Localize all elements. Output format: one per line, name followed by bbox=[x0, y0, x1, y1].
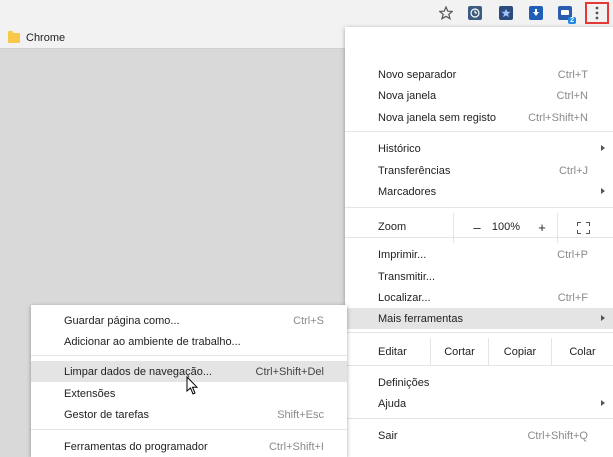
menu-item-label: Definições bbox=[378, 376, 430, 389]
menu-item-label: Transmitir... bbox=[378, 270, 436, 283]
menu-item-label: Histórico bbox=[378, 142, 421, 155]
zoom-row: Zoom – 100% + bbox=[345, 213, 613, 243]
menu-item-label: Extensões bbox=[64, 387, 116, 400]
menu-item-print[interactable]: Imprimir... Ctrl+P bbox=[345, 244, 613, 265]
extension-icon-4[interactable]: 2 bbox=[556, 4, 576, 24]
zoom-divider bbox=[557, 213, 558, 243]
submenu-item-task-manager[interactable]: Gestor de tarefas Shift+Esc bbox=[31, 404, 347, 425]
menu-separator bbox=[345, 332, 613, 333]
chrome-main-menu: Novo separador Ctrl+T Nova janela Ctrl+N… bbox=[345, 27, 613, 457]
menu-item-label: Nova janela sem registo bbox=[378, 111, 497, 124]
menu-separator bbox=[345, 418, 613, 419]
bookmark-folder-label: Chrome bbox=[26, 32, 66, 44]
zoom-level: 100% bbox=[491, 221, 521, 233]
folder-icon bbox=[8, 31, 20, 43]
extension-icon-2[interactable] bbox=[497, 4, 515, 22]
menu-separator bbox=[345, 365, 613, 366]
menu-item-label: Marcadores bbox=[378, 185, 437, 198]
bookmark-star-icon bbox=[499, 6, 513, 20]
mouse-cursor-icon bbox=[186, 376, 199, 395]
menu-item-more-tools[interactable]: Mais ferramentas bbox=[345, 308, 613, 329]
menu-item-label: Localizar... bbox=[378, 291, 431, 304]
menu-item-shortcut: Ctrl+F bbox=[557, 291, 588, 304]
menu-item-new-tab[interactable]: Novo separador Ctrl+T bbox=[345, 64, 613, 85]
menu-item-label: Adicionar ao ambiente de trabalho... bbox=[64, 335, 241, 348]
menu-item-history[interactable]: Histórico bbox=[345, 138, 613, 159]
menu-item-shortcut: Ctrl+J bbox=[558, 164, 588, 177]
menu-item-shortcut: Ctrl+Shift+Q bbox=[527, 429, 588, 442]
menu-item-new-window[interactable]: Nova janela Ctrl+N bbox=[345, 85, 613, 106]
menu-item-label: Gestor de tarefas bbox=[64, 408, 149, 421]
menu-item-shortcut: Ctrl+P bbox=[557, 248, 588, 261]
menu-item-shortcut: Ctrl+Shift+N bbox=[528, 111, 588, 124]
menu-item-label: Guardar página como... bbox=[64, 314, 180, 327]
copy-button[interactable]: Copiar bbox=[488, 338, 551, 365]
fullscreen-icon[interactable] bbox=[577, 222, 590, 234]
chat-icon: 2 bbox=[558, 6, 576, 24]
menu-item-help[interactable]: Ajuda bbox=[345, 393, 613, 414]
menu-item-shortcut: Ctrl+Shift+I bbox=[268, 440, 324, 453]
menu-item-downloads[interactable]: Transferências Ctrl+J bbox=[345, 160, 613, 181]
submenu-item-save-page[interactable]: Guardar página como... Ctrl+S bbox=[31, 310, 347, 331]
menu-item-label: Mais ferramentas bbox=[378, 312, 463, 325]
menu-item-label: Ferramentas do programador bbox=[64, 440, 208, 453]
browser-toolbar: 2 bbox=[0, 0, 613, 27]
menu-item-bookmarks[interactable]: Marcadores bbox=[345, 181, 613, 202]
extension-icon-1[interactable] bbox=[466, 4, 484, 22]
notification-badge: 2 bbox=[568, 17, 576, 24]
menu-separator bbox=[31, 355, 347, 356]
menu-item-shortcut: Shift+Esc bbox=[277, 408, 324, 421]
menu-separator bbox=[31, 429, 347, 430]
vertical-dots-icon bbox=[595, 6, 599, 20]
zoom-divider bbox=[453, 213, 454, 243]
star-icon[interactable] bbox=[437, 4, 455, 22]
menu-item-label: Transferências bbox=[378, 164, 451, 177]
menu-separator bbox=[345, 131, 613, 132]
menu-item-shortcut: Ctrl+S bbox=[293, 314, 324, 327]
chrome-menu-button[interactable] bbox=[585, 2, 609, 24]
paste-button[interactable]: Colar bbox=[551, 338, 613, 365]
edit-row: Editar Cortar Copiar Colar bbox=[345, 338, 613, 365]
extension-icon-3[interactable] bbox=[527, 4, 545, 22]
zoom-in-button[interactable]: + bbox=[531, 218, 553, 238]
submenu-item-add-desktop[interactable]: Adicionar ao ambiente de trabalho... bbox=[31, 331, 347, 352]
menu-item-shortcut: Ctrl+T bbox=[557, 68, 588, 81]
menu-item-incognito[interactable]: Nova janela sem registo Ctrl+Shift+N bbox=[345, 107, 613, 128]
menu-item-shortcut: Ctrl+N bbox=[556, 89, 588, 102]
bookmark-folder-chrome[interactable]: Chrome bbox=[8, 30, 65, 46]
menu-item-label: Nova janela bbox=[378, 89, 437, 102]
download-icon bbox=[529, 6, 543, 20]
submenu-item-dev-tools[interactable]: Ferramentas do programador Ctrl+Shift+I bbox=[31, 436, 347, 457]
menu-item-exit[interactable]: Sair Ctrl+Shift+Q bbox=[345, 425, 613, 446]
menu-item-shortcut: Ctrl+Shift+Del bbox=[255, 365, 324, 378]
clock-icon bbox=[468, 6, 482, 20]
menu-item-label: Imprimir... bbox=[378, 248, 427, 261]
menu-item-label: Sair bbox=[378, 429, 398, 442]
zoom-label: Zoom bbox=[378, 221, 407, 233]
menu-item-cast[interactable]: Transmitir... bbox=[345, 266, 613, 287]
menu-separator bbox=[345, 237, 613, 238]
menu-item-settings[interactable]: Definições bbox=[345, 372, 613, 393]
menu-separator bbox=[345, 207, 613, 208]
edit-label: Editar bbox=[378, 346, 407, 358]
menu-item-find[interactable]: Localizar... Ctrl+F bbox=[345, 287, 613, 308]
menu-item-label: Ajuda bbox=[378, 397, 407, 410]
zoom-out-button[interactable]: – bbox=[466, 218, 488, 238]
menu-item-label: Novo separador bbox=[378, 68, 457, 81]
cut-button[interactable]: Cortar bbox=[430, 338, 488, 365]
